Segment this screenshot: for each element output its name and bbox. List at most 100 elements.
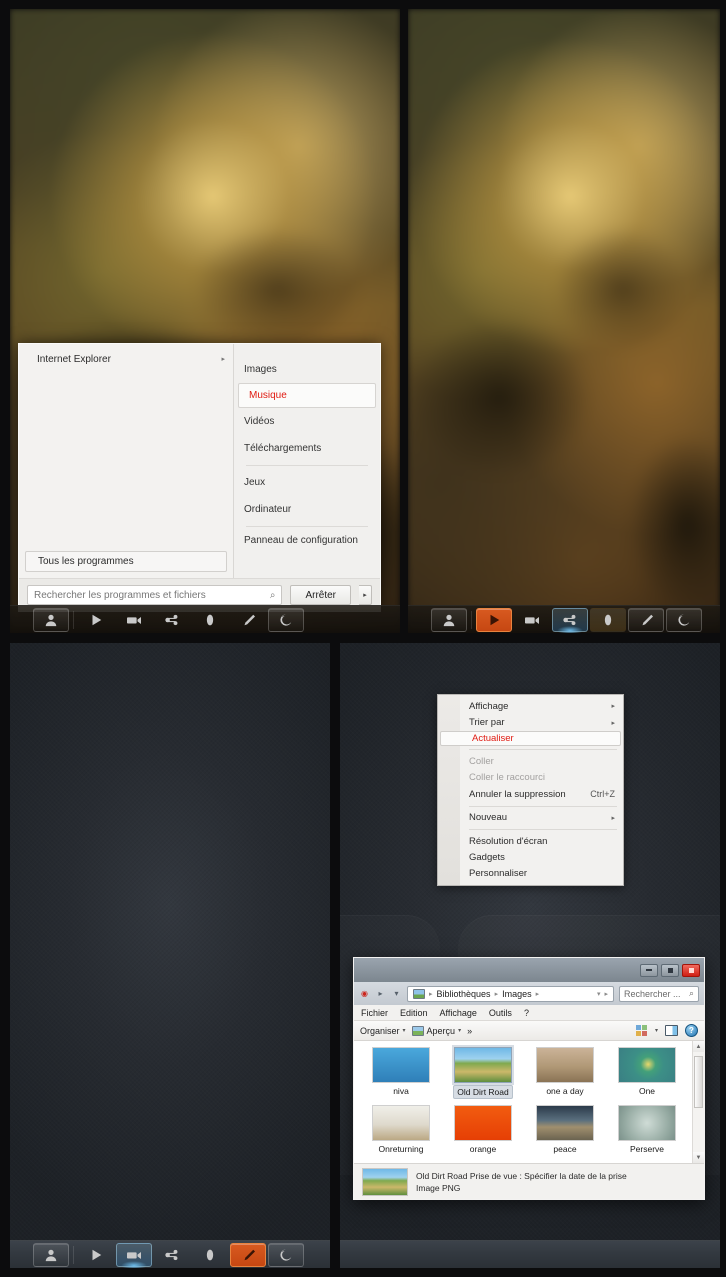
scroll-down-icon[interactable]: ▼ <box>693 1152 704 1163</box>
explorer-toolbar: Organiser ▾ Aperçu ▾ » ▾ ? <box>354 1021 704 1041</box>
menubar-item-help[interactable]: ? <box>524 1008 529 1018</box>
taskbar-top-right[interactable] <box>408 605 720 633</box>
file-item-peace[interactable]: peace <box>524 1105 606 1163</box>
context-menu-item-resolution-decran[interactable]: Résolution d'écran <box>438 833 623 849</box>
shutdown-options-button[interactable]: ▸ <box>359 585 372 605</box>
taskbar-firefox-icon[interactable] <box>268 607 304 632</box>
breadcrumb-item-images[interactable]: Images <box>502 989 532 999</box>
organize-button[interactable]: Organiser ▾ <box>360 1026 406 1036</box>
chevron-right-icon: ▸ <box>363 592 367 599</box>
context-menu-item-coller-le-raccourci[interactable]: Coller le raccourci <box>438 770 623 786</box>
taskbar-pen-icon[interactable] <box>230 1242 266 1267</box>
taskbar-pen-icon[interactable] <box>628 607 664 632</box>
taskbar-camera-icon[interactable] <box>116 1242 152 1268</box>
start-menu-item-ordinateur[interactable]: Ordinateur <box>234 496 380 523</box>
file-item-one[interactable]: One <box>606 1047 688 1105</box>
context-menu-item-personnaliser[interactable]: Personnaliser <box>438 866 623 882</box>
explorer-window[interactable]: ◉ ▸ ▾ ▸ Bibliothèques ▸ Images ▸ ▾ ▸ Rec… <box>353 957 705 1200</box>
taskbar-bottom-right[interactable] <box>340 1240 720 1268</box>
back-arrow-icon[interactable]: ◉ <box>359 989 370 998</box>
context-menu-item-annuler-la-suppression[interactable]: Annuler la suppression Ctrl+Z <box>438 786 623 802</box>
menubar-item-edition[interactable]: Edition <box>400 1008 428 1018</box>
start-menu[interactable]: Internet Explorer ▸ Tous les programmes … <box>18 343 381 612</box>
organize-label: Organiser <box>360 1025 400 1036</box>
maximize-button[interactable] <box>661 963 679 977</box>
start-menu-search-input[interactable]: Rechercher les programmes et fichiers ⌕ <box>27 585 283 605</box>
explorer-vertical-scrollbar[interactable]: ▲ ▼ <box>692 1041 704 1163</box>
start-menu-item-videos[interactable]: Vidéos <box>234 408 380 435</box>
minimize-button[interactable] <box>640 963 658 977</box>
help-icon[interactable]: ? <box>685 1024 698 1037</box>
scroll-up-icon[interactable]: ▲ <box>693 1041 704 1052</box>
change-view-icon[interactable] <box>635 1024 648 1037</box>
shutdown-button[interactable]: Arrêter <box>290 585 351 605</box>
status-thumbnail <box>362 1167 408 1196</box>
start-menu-program-list: Internet Explorer ▸ <box>19 344 233 551</box>
taskbar-pen-icon[interactable] <box>230 608 266 632</box>
taskbar-firefox-icon[interactable] <box>268 1242 304 1267</box>
context-menu-item-gadgets[interactable]: Gadgets <box>438 849 623 865</box>
taskbar-top-left[interactable] <box>10 605 400 633</box>
taskbar-opera-icon[interactable] <box>192 1243 228 1267</box>
file-item-onreturning[interactable]: Onreturning <box>360 1105 442 1163</box>
taskbar-media-play-icon[interactable] <box>476 607 512 632</box>
taskbar-user-account-icon[interactable] <box>33 1242 69 1267</box>
start-menu-item-internet-explorer[interactable]: Internet Explorer ▸ <box>19 350 233 368</box>
close-button[interactable] <box>682 963 700 977</box>
taskbar-spacer <box>10 606 32 633</box>
explorer-titlebar[interactable] <box>354 958 704 982</box>
more-commands-button[interactable]: » <box>467 1026 472 1036</box>
explorer-search-input[interactable]: Rechercher ... ⌕ <box>619 985 699 1002</box>
context-menu-item-trier-par[interactable]: Trier par ▸ <box>438 714 623 730</box>
context-menu-item-actualiser[interactable]: Actualiser <box>440 730 621 747</box>
breadcrumb-refresh-icon[interactable]: ▾ <box>597 990 601 998</box>
breadcrumb-item-bibliotheques[interactable]: Bibliothèques <box>437 989 491 999</box>
all-programs-button[interactable]: Tous les programmes <box>25 551 227 572</box>
context-menu-item-coller[interactable]: Coller <box>438 753 623 769</box>
taskbar-opera-icon[interactable] <box>590 607 626 632</box>
menubar-item-outils[interactable]: Outils <box>489 1008 512 1018</box>
start-menu-item-jeux[interactable]: Jeux <box>234 469 380 496</box>
taskbar-connect-icon[interactable] <box>154 1243 190 1267</box>
file-item-one-a-day[interactable]: one a day <box>524 1047 606 1105</box>
recent-pages-icon[interactable]: ▾ <box>391 989 402 998</box>
file-item-perserve[interactable]: Perserve <box>606 1105 688 1163</box>
taskbar-firefox-icon[interactable] <box>666 607 702 632</box>
menu-divider <box>246 526 368 527</box>
view-chevron-down-icon[interactable]: ▾ <box>655 1027 658 1034</box>
taskbar-user-account-icon[interactable] <box>33 607 69 632</box>
scrollbar-track[interactable] <box>693 1052 704 1152</box>
camera-icon <box>127 1251 141 1259</box>
start-menu-item-panneau-de-configuration[interactable]: Panneau de configuration <box>234 530 380 551</box>
scrollbar-thumb[interactable] <box>694 1056 703 1108</box>
taskbar-camera-icon[interactable] <box>514 608 550 632</box>
start-menu-item-musique[interactable]: Musique <box>238 383 376 408</box>
file-name: Perserve <box>629 1144 664 1154</box>
menubar-item-affichage[interactable]: Affichage <box>440 1008 477 1018</box>
start-menu-item-images[interactable]: Images <box>234 356 380 383</box>
search-placeholder: Rechercher les programmes et fichiers <box>34 589 206 601</box>
forward-arrow-icon[interactable]: ▸ <box>375 989 386 998</box>
breadcrumb[interactable]: ▸ Bibliothèques ▸ Images ▸ ▾ ▸ <box>407 985 614 1002</box>
taskbar-camera-icon[interactable] <box>116 608 152 632</box>
file-item-orange[interactable]: orange <box>442 1105 524 1163</box>
taskbar-media-play-icon[interactable] <box>78 608 114 632</box>
menubar-item-fichier[interactable]: Fichier <box>361 1008 388 1018</box>
taskbar-user-account-icon[interactable] <box>431 607 467 632</box>
context-menu-item-affichage[interactable]: Affichage ▸ <box>438 698 623 714</box>
pen-icon <box>642 614 653 625</box>
file-item-niva[interactable]: niva <box>360 1047 442 1105</box>
taskbar-connect-icon[interactable] <box>552 607 588 633</box>
connect-icon <box>165 1249 178 1260</box>
file-item-old-dirt-road[interactable]: Old Dirt Road <box>442 1047 524 1105</box>
context-menu-item-nouveau[interactable]: Nouveau ▸ <box>438 809 623 825</box>
taskbar-media-play-icon[interactable] <box>78 1243 114 1267</box>
taskbar-bottom-left[interactable] <box>10 1240 330 1268</box>
breadcrumb-dropdown-icon[interactable]: ▸ <box>604 990 608 998</box>
taskbar-connect-icon[interactable] <box>154 608 190 632</box>
start-menu-item-telechargements[interactable]: Téléchargements <box>234 435 380 462</box>
preview-button[interactable]: Aperçu ▾ <box>411 1025 461 1036</box>
preview-pane-icon[interactable] <box>665 1025 678 1036</box>
taskbar-opera-icon[interactable] <box>192 608 228 632</box>
desktop-context-menu[interactable]: Affichage ▸ Trier par ▸ Actualiser Colle… <box>437 694 624 886</box>
